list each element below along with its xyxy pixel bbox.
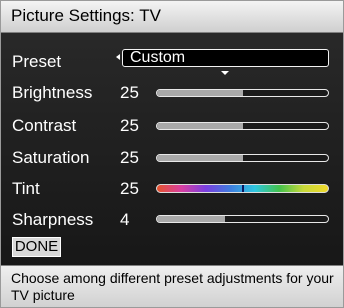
brightness-slider-fill — [157, 90, 243, 96]
preset-value: Custom — [130, 49, 186, 66]
saturation-label: Saturation — [12, 148, 90, 167]
tint-label: Tint — [12, 179, 40, 198]
brightness-value: 25 — [120, 83, 139, 102]
brightness-label: Brightness — [12, 83, 93, 102]
sharpness-label: Sharpness — [12, 210, 94, 229]
sharpness-slider-fill — [157, 216, 226, 222]
done-button[interactable]: DONE — [12, 237, 61, 257]
contrast-slider[interactable] — [156, 122, 329, 130]
preset-left-arrow-icon[interactable] — [116, 54, 120, 60]
saturation-slider-fill — [157, 155, 243, 161]
contrast-slider-fill — [157, 123, 243, 129]
tint-slider-marker — [241, 185, 244, 192]
sharpness-slider[interactable] — [156, 215, 329, 223]
help-text: Choose among different preset adjustment… — [11, 270, 334, 303]
help-bar: Choose among different preset adjustment… — [1, 265, 343, 307]
tint-value: 25 — [120, 179, 139, 198]
preset-label: Preset — [12, 52, 62, 71]
menu-title: Picture Settings: TV — [11, 6, 161, 25]
picture-settings-menu: Picture Settings: TV Preset Custom Brigh… — [0, 0, 344, 308]
preset-dropdown-arrow-icon[interactable] — [221, 71, 229, 75]
tint-slider[interactable] — [156, 184, 329, 193]
saturation-slider[interactable] — [156, 154, 329, 162]
contrast-value: 25 — [120, 116, 139, 135]
sharpness-value: 4 — [120, 210, 130, 229]
contrast-label: Contrast — [12, 116, 77, 135]
title-bar: Picture Settings: TV — [1, 1, 343, 33]
saturation-value: 25 — [120, 148, 139, 167]
preset-selector[interactable]: Custom — [122, 49, 329, 67]
brightness-slider[interactable] — [156, 89, 329, 97]
